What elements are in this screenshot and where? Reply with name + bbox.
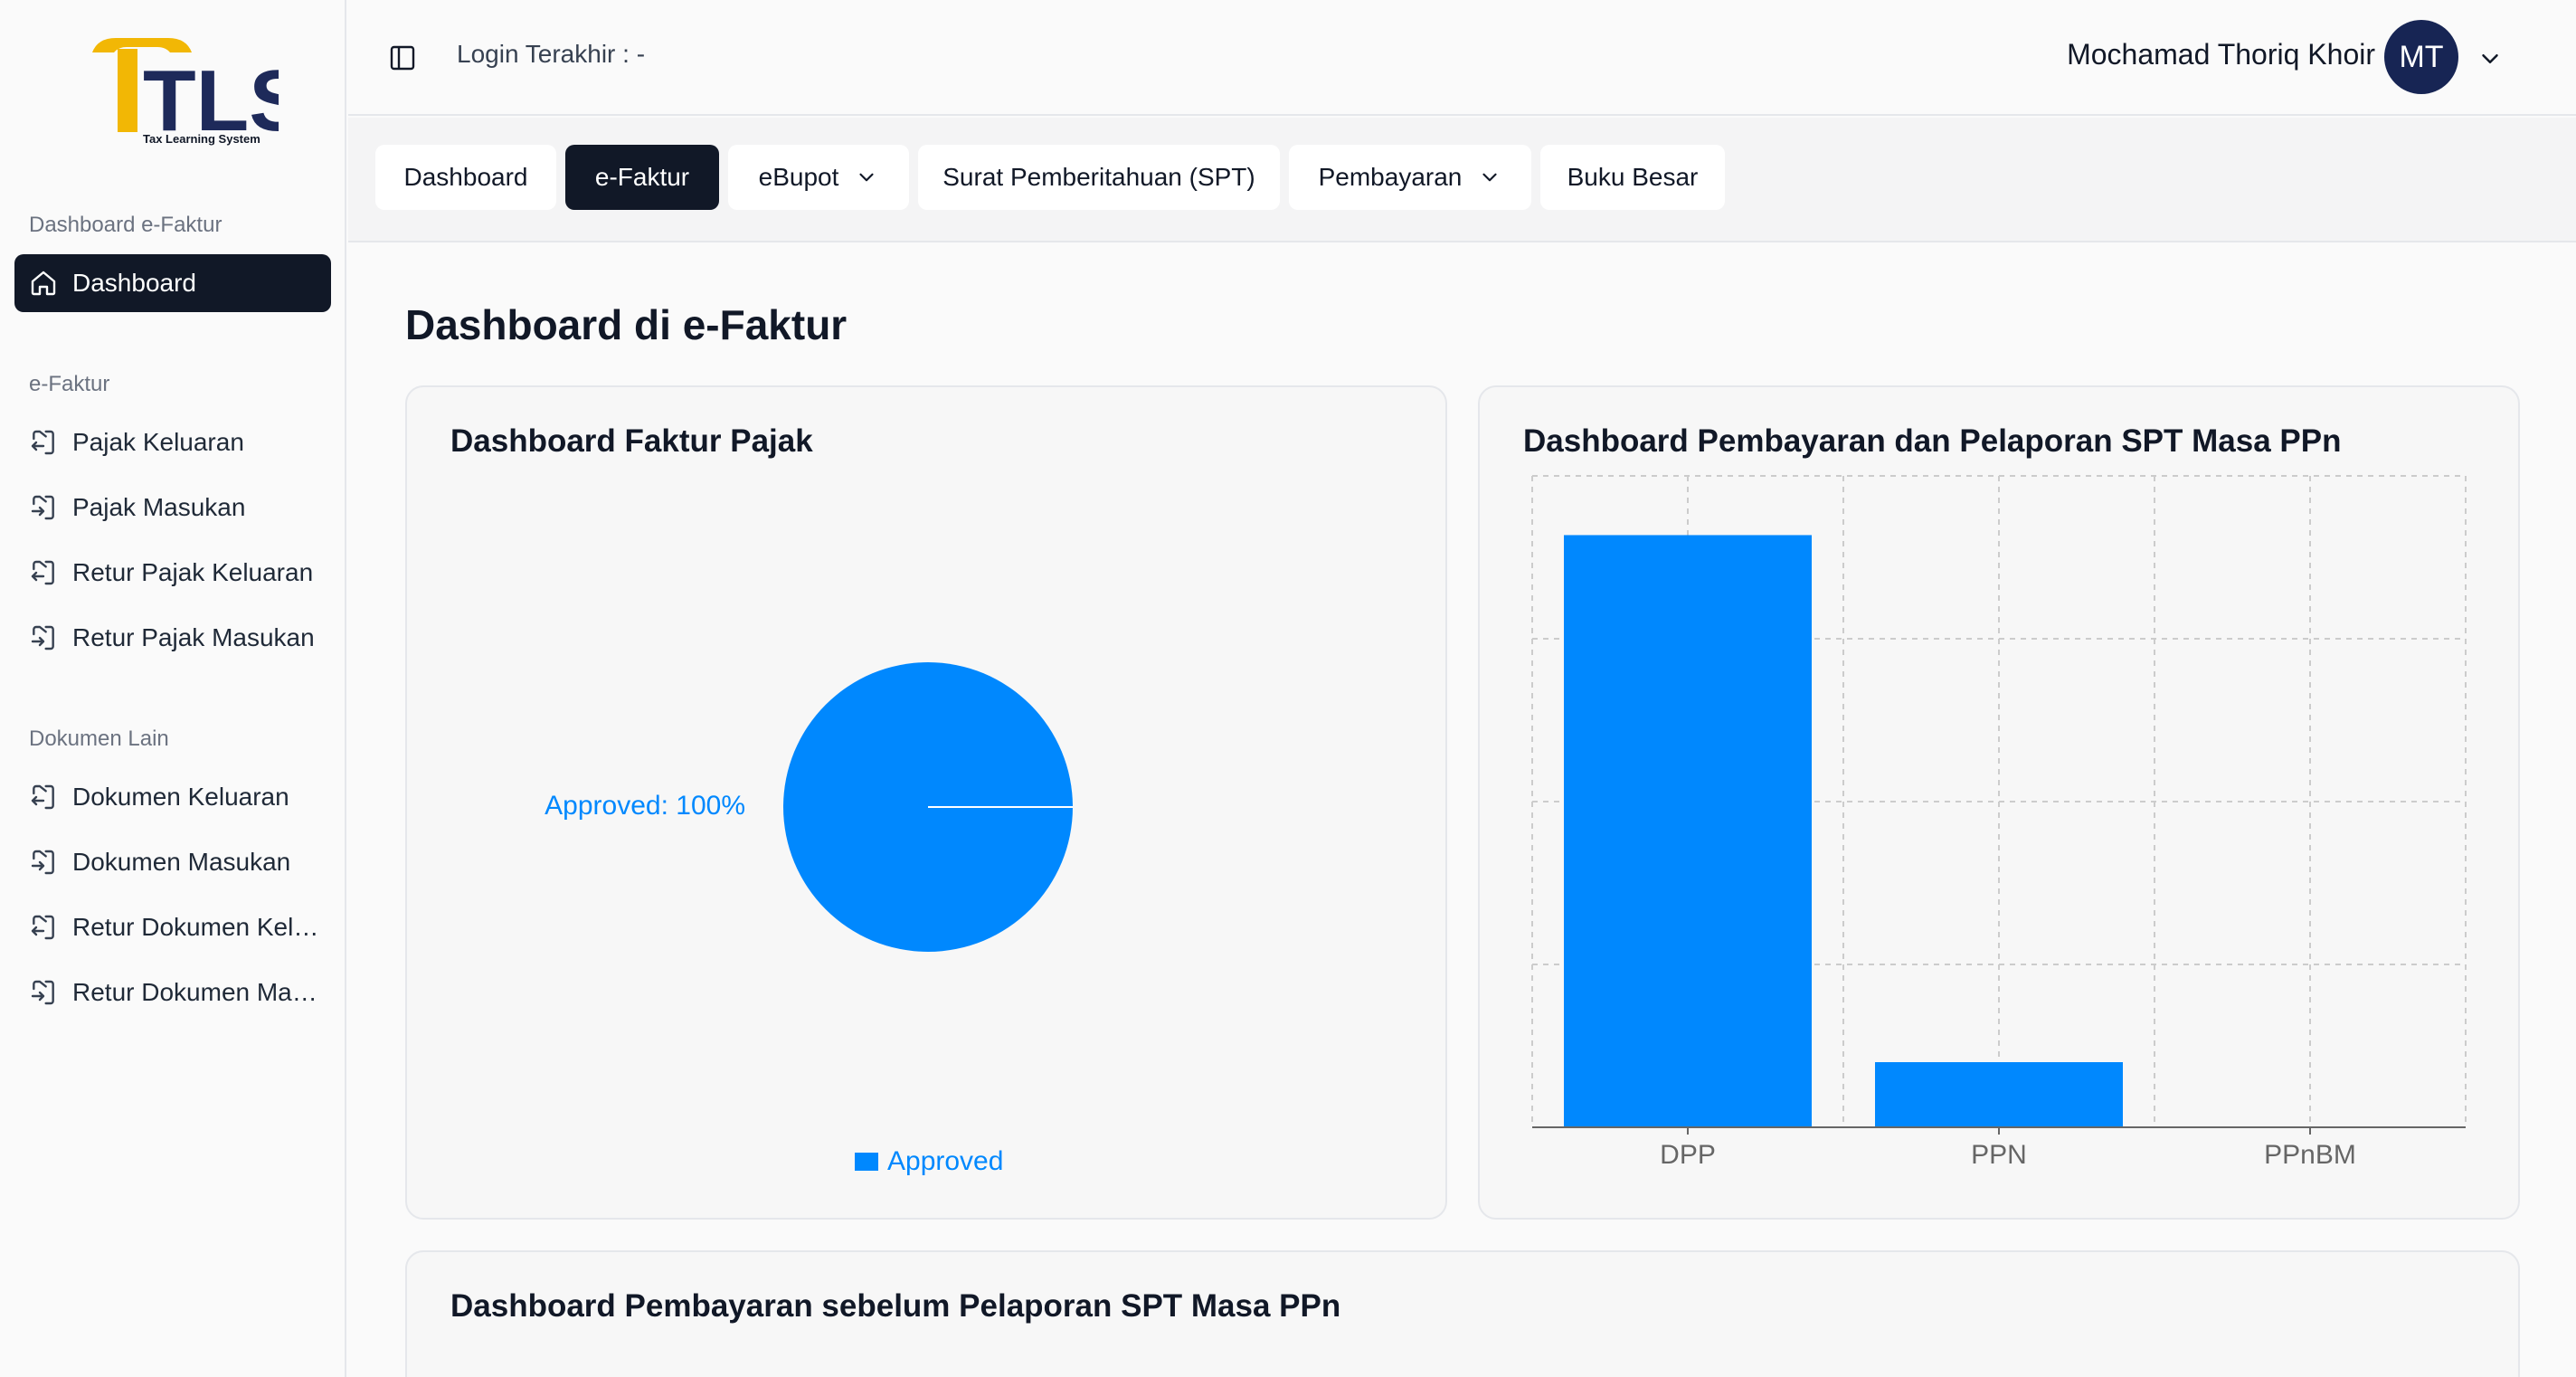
module-tabs: Dashboard e-Faktur eBupot Surat Pemberit… xyxy=(348,118,2576,242)
file-import-icon xyxy=(29,848,58,877)
faktur-pajak-pie-chart: Approved: 100% Approved xyxy=(545,662,1073,1176)
tab-buku-besar[interactable]: Buku Besar xyxy=(1540,145,1725,210)
file-export-icon xyxy=(29,558,58,587)
pie-slice-label: Approved: 100% xyxy=(545,791,745,821)
sidebar-item-pajak-keluaran[interactable]: Pajak Keluaran xyxy=(14,413,331,471)
sidebar-item-label: Dokumen Masukan xyxy=(72,848,291,876)
sidebar-item-label: Pajak Masukan xyxy=(72,493,246,521)
sidebar-item-dashboard[interactable]: Dashboard xyxy=(14,254,331,312)
sidebar-item-retur-dokumen-keluaran[interactable]: Retur Dokumen Keluaran xyxy=(14,898,331,956)
sidebar-item-retur-pajak-keluaran[interactable]: Retur Pajak Keluaran xyxy=(14,544,331,602)
legend-swatch xyxy=(855,1153,878,1171)
pembayaran-sebelum-pelaporan-card: Dashboard Pembayaran sebelum Pelaporan S… xyxy=(405,1250,2520,1377)
sidebar-item-label: Dokumen Keluaran xyxy=(72,783,289,811)
pembayaran-bar-chart: DPP PPN PPnBM xyxy=(1531,475,2467,1170)
panel-left-icon xyxy=(390,45,415,71)
sidebar-item-dokumen-keluaran[interactable]: Dokumen Keluaran xyxy=(14,768,331,826)
file-export-icon xyxy=(29,913,58,942)
tab-label: e-Faktur xyxy=(594,163,690,191)
x-tick-label: PPN xyxy=(1971,1140,2027,1170)
last-login-text: Login Terakhir : - xyxy=(457,40,646,68)
sidebar-item-retur-dokumen-masukan[interactable]: Retur Dokumen Masukan xyxy=(14,964,331,1021)
chevron-down-icon[interactable] xyxy=(2477,45,2504,72)
tab-label: eBupot xyxy=(758,163,839,191)
sidebar-item-label: Pajak Keluaran xyxy=(72,428,244,456)
file-import-icon xyxy=(29,978,58,1007)
sidebar-item-label: Retur Pajak Keluaran xyxy=(72,558,314,586)
tab-label: Surat Pemberitahuan (SPT) xyxy=(942,163,1255,191)
tab-spt[interactable]: Surat Pemberitahuan (SPT) xyxy=(918,145,1280,210)
file-export-icon xyxy=(29,428,58,457)
logo-tagline: Tax Learning System xyxy=(143,132,260,146)
user-name[interactable]: Mochamad Thoriq Khoir xyxy=(2067,38,2375,71)
chevron-down-icon xyxy=(859,173,874,182)
bar-dpp[interactable] xyxy=(1564,535,1812,1127)
tab-ebupot[interactable]: eBupot xyxy=(728,145,909,210)
sidebar-item-dokumen-masukan[interactable]: Dokumen Masukan xyxy=(14,833,331,891)
faktur-pajak-card: Dashboard Faktur Pajak Approved: 100% App… xyxy=(405,385,1447,1220)
chevron-down-icon xyxy=(1482,173,1497,182)
tab-pembayaran[interactable]: Pembayaran xyxy=(1289,145,1531,210)
tab-efaktur[interactable]: e-Faktur xyxy=(565,145,719,210)
x-tick-label: DPP xyxy=(1660,1140,1716,1170)
tab-label: Buku Besar xyxy=(1567,163,1699,191)
sidebar-item-pajak-masukan[interactable]: Pajak Masukan xyxy=(14,479,331,537)
sidebar-item-label: Retur Dokumen Keluaran xyxy=(72,913,326,941)
pembayaran-pelaporan-card: Dashboard Pembayaran dan Pelaporan SPT M… xyxy=(1478,385,2520,1220)
file-import-icon xyxy=(29,623,58,652)
sidebar-section-dashboard-efaktur: Dashboard e-Faktur xyxy=(29,213,223,237)
avatar[interactable]: MT xyxy=(2384,20,2458,94)
bar-ppn[interactable] xyxy=(1875,1062,2123,1127)
file-import-icon xyxy=(29,493,58,522)
sidebar-item-label: Retur Dokumen Masukan xyxy=(72,978,326,1006)
sidebar-item-retur-pajak-masukan[interactable]: Retur Pajak Masukan xyxy=(14,609,331,667)
home-icon xyxy=(29,269,58,298)
tls-logo[interactable]: TLS Tax Learning System xyxy=(80,33,279,147)
sidebar-item-label: Dashboard xyxy=(72,269,196,297)
tab-dashboard[interactable]: Dashboard xyxy=(375,145,556,210)
card-title: Dashboard Pembayaran sebelum Pelaporan S… xyxy=(450,1288,1341,1324)
sidebar-section-efaktur: e-Faktur xyxy=(29,372,110,396)
tab-label: Dashboard xyxy=(403,163,528,191)
tab-label: Pembayaran xyxy=(1318,163,1463,191)
sidebar-item-label: Retur Pajak Masukan xyxy=(72,623,315,651)
x-tick-label: PPnBM xyxy=(2264,1140,2356,1170)
sidebar-toggle-button[interactable] xyxy=(384,40,421,76)
legend-label[interactable]: Approved xyxy=(887,1146,1003,1176)
sidebar-section-dokumen-lain: Dokumen Lain xyxy=(29,726,169,751)
page-title: Dashboard di e-Faktur xyxy=(405,301,848,348)
top-header: Login Terakhir : - Mochamad Thoriq Khoir… xyxy=(348,0,2576,116)
file-export-icon xyxy=(29,783,58,812)
sidebar: TLS Tax Learning System Dashboard e-Fakt… xyxy=(0,0,346,1377)
